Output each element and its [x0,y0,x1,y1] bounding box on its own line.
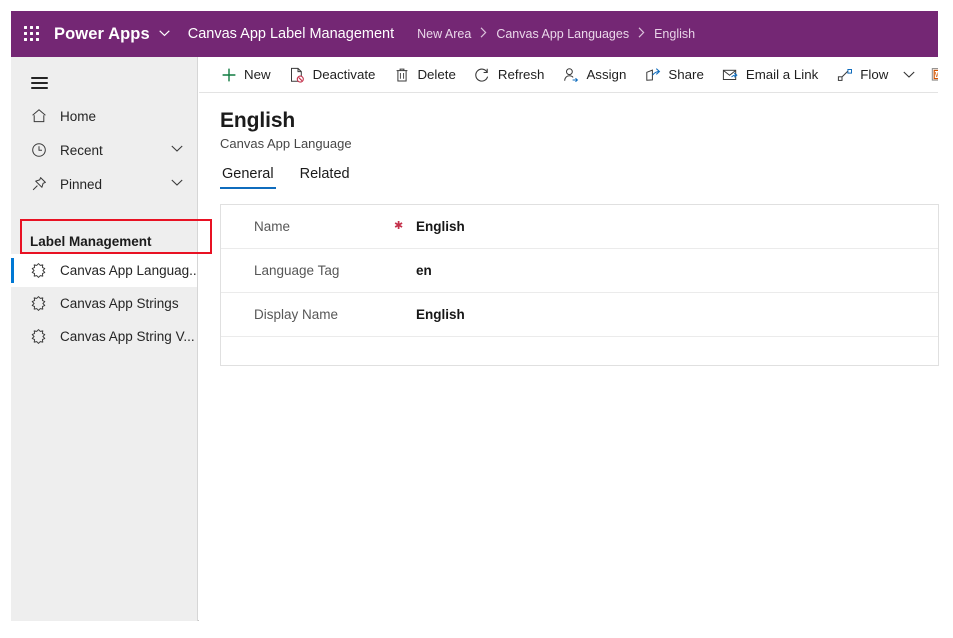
command-label: Deactivate [312,67,376,82]
form-row-display-name: Display Name English [221,293,938,338]
trash-icon [393,66,410,83]
new-button[interactable]: New [211,58,280,92]
field-value-display-name[interactable]: English [416,307,465,322]
breadcrumb-separator-icon [638,27,645,41]
flow-chevron-down-icon[interactable] [897,58,921,92]
clock-icon [30,142,47,159]
sidebar-item-home[interactable]: Home [11,99,197,133]
required-indicator-icon: ✱ [394,220,404,233]
entity-icon [30,328,47,345]
breadcrumb-item-area[interactable]: New Area [417,27,471,41]
sidebar-item-recent[interactable]: Recent [11,133,197,167]
assign-person-icon [562,66,579,83]
word-templates-icon: W [930,66,938,83]
tab-related[interactable]: Related [298,166,352,189]
breadcrumb-item-record: English [654,27,696,41]
pin-icon [30,176,47,193]
top-navigation-bar: Power Apps Canvas App Label Management N… [11,11,938,57]
sidebar-item-label: Pinned [60,176,103,192]
command-label: Delete [417,67,456,82]
svg-text:W: W [935,72,938,79]
chevron-down-icon[interactable] [171,179,183,190]
app-window: Power Apps Canvas App Label Management N… [11,11,939,621]
tab-label: General [222,166,274,183]
deactivate-button[interactable]: Deactivate [280,58,385,92]
record-subtitle: Canvas App Language [220,136,352,152]
entity-icon [30,295,47,312]
word-templates-button[interactable]: W [921,58,938,92]
form-row-empty [221,337,938,365]
command-bar: New Deactivate Delete Refresh Assign Sha… [199,57,938,93]
form-card: Name ✱ English Language Tag en Display N… [220,204,939,367]
field-value-name[interactable]: English [416,219,465,234]
plus-icon [220,66,237,83]
chevron-down-icon[interactable] [159,28,170,40]
breadcrumb-item-entity[interactable]: Canvas App Languages [496,27,629,41]
command-label: Assign [586,67,627,82]
command-label: Share [668,67,704,82]
form-row-name: Name ✱ English [221,205,938,250]
command-label: New [244,67,271,82]
field-label: Name [254,219,291,235]
email-a-link-button[interactable]: Email a Link [713,58,827,92]
sidebar-item-canvas-app-languages[interactable]: Canvas App Languag... [11,254,197,287]
field-label: Display Name [254,307,339,323]
sidebar-item-label: Home [60,108,97,124]
flow-icon [836,66,853,83]
chevron-down-icon[interactable] [171,145,183,156]
sidebar: Home Recent Pinned Label Management Canv… [11,57,198,621]
brand-title: Power Apps [54,24,150,43]
share-icon [644,66,661,83]
form-tabs: General Related [199,166,938,190]
command-label: Email a Link [745,67,819,82]
refresh-button[interactable]: Refresh [465,58,554,92]
breadcrumb: New Area Canvas App Languages English [417,27,695,41]
field-value-language-tag[interactable]: en [416,263,432,278]
email-link-icon [722,66,739,83]
entity-icon [30,262,47,279]
deactivate-icon [289,66,306,83]
form-row-language-tag: Language Tag en [221,249,938,294]
delete-button[interactable]: Delete [384,58,464,92]
breadcrumb-separator-icon [480,27,487,41]
sidebar-item-canvas-app-strings[interactable]: Canvas App Strings [11,287,197,320]
tab-label: Related [299,166,350,183]
sidebar-item-canvas-app-string-values[interactable]: Canvas App String V... [11,320,197,353]
record-header: English Canvas App Language [199,93,938,151]
command-label: Refresh [497,67,545,82]
flow-button[interactable]: Flow [827,58,897,92]
refresh-icon [474,66,491,83]
app-name-label[interactable]: Canvas App Label Management [188,26,394,42]
sidebar-item-label: Recent [60,142,103,158]
tab-general[interactable]: General [220,166,276,190]
home-icon [30,108,47,125]
sidebar-item-label: Canvas App Strings [60,296,179,311]
sidebar-item-label: Canvas App Languag... [60,263,197,278]
hamburger-menu-icon[interactable] [31,77,48,89]
field-label: Language Tag [254,263,340,279]
main-content: New Deactivate Delete Refresh Assign Sha… [199,57,939,621]
sidebar-item-label: Canvas App String V... [60,329,195,344]
sidebar-item-pinned[interactable]: Pinned [11,167,197,201]
app-launcher-icon[interactable] [22,24,42,44]
page-title: English [220,109,296,132]
command-label: Flow [860,67,889,82]
share-button[interactable]: Share [635,58,712,92]
assign-button[interactable]: Assign [553,58,635,92]
sidebar-group-title: Label Management [30,233,152,249]
